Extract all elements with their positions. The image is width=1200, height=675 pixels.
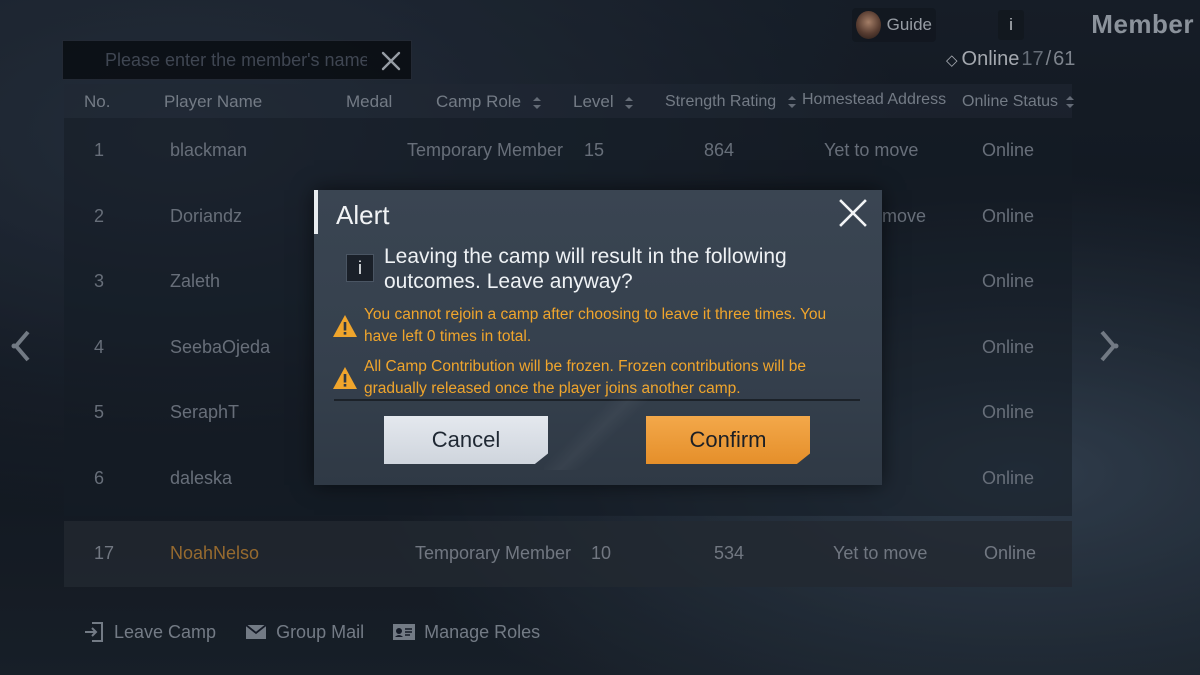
cancel-button[interactable]: Cancel (384, 416, 548, 464)
warning-item: You cannot rejoin a camp after choosing … (332, 304, 862, 348)
alert-dialog: Alert i Leaving the camp will result in … (314, 190, 882, 485)
dialog-title: Alert (336, 200, 390, 230)
warning-icon (333, 315, 357, 337)
confirm-button[interactable]: Confirm (646, 416, 810, 464)
warning-text: All Camp Contribution will be frozen. Fr… (364, 358, 806, 397)
warning-icon (333, 367, 357, 389)
warning-text: You cannot rejoin a camp after choosing … (364, 306, 827, 345)
info-icon: i (346, 254, 374, 282)
warning-list[interactable]: You cannot rejoin a camp after choosing … (332, 304, 862, 400)
dialog-title-bar: Alert (314, 190, 882, 234)
warning-item: All Camp Contribution will be frozen. Fr… (332, 356, 862, 400)
close-icon[interactable] (838, 198, 868, 228)
alert-message: Leaving the camp will result in the foll… (384, 245, 787, 293)
scroll-divider (334, 399, 860, 401)
